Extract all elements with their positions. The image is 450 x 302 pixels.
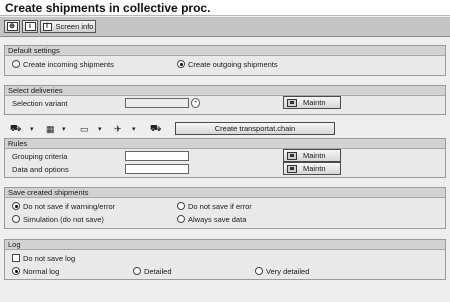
selection-variant-label: Selection variant <box>12 99 68 108</box>
create-transport-chain-label: Create transportat.chain <box>214 124 296 133</box>
save-warning-label: Do not save if warning/error <box>23 202 116 211</box>
data-options-input[interactable] <box>125 164 189 174</box>
maintain-deliveries-button[interactable]: Maintn <box>283 96 341 109</box>
default-settings-group: Default settings Create incoming shipmen… <box>4 45 446 76</box>
very-detailed-log-label: Very detailed <box>266 267 310 276</box>
incoming-shipments-radio[interactable] <box>12 60 20 68</box>
page-title: Create shipments in collective proc. <box>0 0 450 16</box>
outgoing-shipments-radio[interactable] <box>177 60 185 68</box>
maintain-grouping-label: Maintn <box>303 151 326 160</box>
save-always-radio[interactable] <box>177 215 185 223</box>
dropdown-arrow-icon[interactable]: ▾ <box>132 124 136 134</box>
incoming-shipments-label: Create incoming shipments <box>23 60 114 69</box>
maintain-grouping-button[interactable]: Maintn <box>283 149 341 162</box>
very-detailed-log-radio[interactable] <box>255 267 263 275</box>
maintain-data-options-button[interactable]: Maintn <box>283 162 341 175</box>
log-group: Log Do not save log Normal log Detailed … <box>4 239 446 280</box>
save-error-radio[interactable] <box>177 202 185 210</box>
default-settings-heading: Default settings <box>5 46 445 56</box>
application-toolbar: ⊕ i i Screen info <box>0 17 450 37</box>
shipment-icon[interactable]: ▦ <box>46 124 55 134</box>
outgoing-shipments-label: Create outgoing shipments <box>188 60 278 69</box>
maintain-data-options-label: Maintn <box>303 164 326 173</box>
select-deliveries-heading: Select deliveries <box>5 86 445 96</box>
screen-info-icon: i <box>42 22 52 31</box>
grouping-criteria-input[interactable] <box>125 151 189 161</box>
screen-info-label: Screen info <box>55 22 94 31</box>
maintain-icon <box>287 164 297 173</box>
save-simulation-radio[interactable] <box>12 215 20 223</box>
dropdown-arrow-icon[interactable]: ▾ <box>62 124 66 134</box>
screen-info-button[interactable]: i Screen info <box>40 20 96 33</box>
vehicle-icon[interactable]: ⛟ <box>150 123 161 134</box>
save-error-label: Do not save if error <box>188 202 252 211</box>
grouping-criteria-label: Grouping criteria <box>12 152 68 161</box>
maintain-icon <box>287 151 297 160</box>
execute-icon: ⊕ <box>6 22 18 31</box>
matchcode-icon[interactable]: ◔ <box>191 98 200 108</box>
save-warning-radio[interactable] <box>12 202 20 210</box>
dropdown-arrow-icon[interactable]: ▾ <box>30 124 34 134</box>
rules-heading: Rules <box>5 139 445 149</box>
info-button[interactable]: i <box>22 20 38 33</box>
log-heading: Log <box>5 240 445 250</box>
rules-group: Rules Grouping criteria Maintn Data and … <box>4 138 446 178</box>
selection-variant-input[interactable] <box>125 98 189 108</box>
do-not-save-log-checkbox[interactable] <box>12 254 20 262</box>
plane-icon[interactable]: ✈ <box>114 124 122 134</box>
normal-log-label: Normal log <box>23 267 60 276</box>
do-not-save-log-label: Do not save log <box>23 254 76 263</box>
create-transport-chain-button[interactable]: Create transportat.chain <box>175 122 335 135</box>
dropdown-arrow-icon[interactable]: ▾ <box>98 124 102 134</box>
save-shipments-group: Save created shipments Do not save if wa… <box>4 187 446 229</box>
save-simulation-label: Simulation (do not save) <box>23 215 104 224</box>
normal-log-radio[interactable] <box>12 267 20 275</box>
detailed-log-label: Detailed <box>144 267 172 276</box>
truck-icon[interactable]: ⛟ <box>10 123 21 134</box>
detailed-log-radio[interactable] <box>133 267 141 275</box>
conveyor-icon[interactable]: ▭ <box>80 124 89 134</box>
maintain-deliveries-label: Maintn <box>303 98 326 107</box>
execute-button[interactable]: ⊕ <box>4 20 20 33</box>
info-icon: i <box>24 22 36 31</box>
save-always-label: Always save data <box>188 215 247 224</box>
select-deliveries-group: Select deliveries Selection variant ◔ Ma… <box>4 85 446 115</box>
save-shipments-heading: Save created shipments <box>5 188 445 198</box>
maintain-icon <box>287 98 297 107</box>
data-options-label: Data and options <box>12 165 69 174</box>
